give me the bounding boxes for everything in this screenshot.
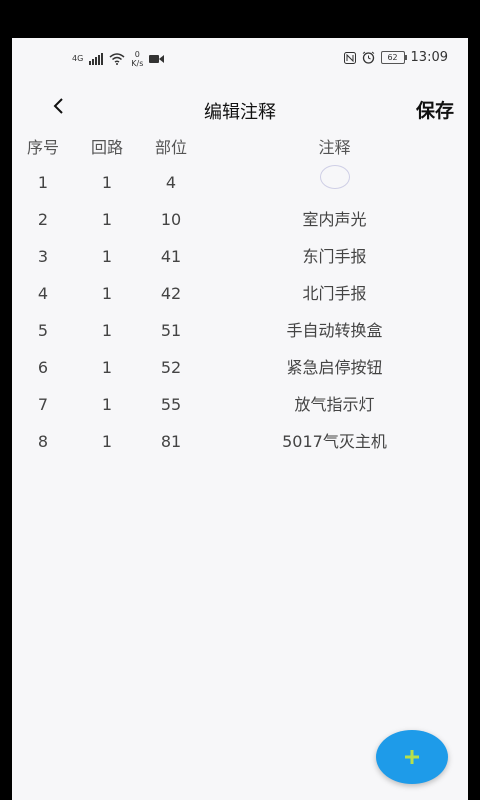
cell-part: 52	[160, 358, 182, 377]
cell-seq: 4	[37, 284, 49, 303]
cell-part: 42	[160, 284, 182, 303]
battery-level: 62	[387, 53, 398, 62]
cell-seq: 3	[37, 247, 49, 266]
cell-loop: 1	[101, 395, 113, 414]
cell-seq: 2	[37, 210, 49, 229]
status-bar: 4G 0 K/s 62 13:09	[12, 38, 468, 78]
cell-note[interactable]: 紧急启停按钮	[212, 349, 457, 386]
cell-seq: 7	[37, 395, 49, 414]
cell-note[interactable]	[212, 164, 457, 201]
status-left: 4G 0 K/s	[72, 50, 165, 68]
table-row[interactable]: 6 1 52 紧急启停按钮	[12, 348, 468, 385]
table-row[interactable]: 2 1 10 室内声光	[12, 200, 468, 237]
table-row[interactable]: 4 1 42 北门手报	[12, 274, 468, 311]
cell-loop: 1	[101, 432, 113, 451]
cell-part: 41	[160, 247, 182, 266]
cell-part: 4	[165, 173, 177, 192]
cell-loop: 1	[101, 358, 113, 377]
annotation-table: 序号 回路 部位 注释 1 1 4 2 1 10 室内声光 3 1 41 东门手…	[12, 133, 468, 459]
network-speed: 0 K/s	[131, 50, 143, 68]
table-row[interactable]: 8 1 81 5017气灭主机	[12, 422, 468, 459]
app-screen: 4G 0 K/s 62 13:09 编辑注释 保存 序号 回路 部位 注释 1 …	[12, 38, 468, 800]
nfc-icon	[343, 51, 356, 64]
cell-note[interactable]: 5017气灭主机	[212, 423, 457, 460]
cell-loop: 1	[101, 173, 113, 192]
column-header-seq: 序号	[26, 138, 59, 157]
table-row[interactable]: 5 1 51 手自动转换盒	[12, 311, 468, 348]
table-row[interactable]: 1 1 4	[12, 163, 468, 200]
cell-note[interactable]: 室内声光	[212, 201, 457, 238]
cell-loop: 1	[101, 247, 113, 266]
cell-seq: 8	[37, 432, 49, 451]
signal-icon	[89, 53, 104, 65]
plus-icon	[405, 750, 419, 764]
cell-loop: 1	[101, 210, 113, 229]
cell-seq: 6	[37, 358, 49, 377]
column-header-loop: 回路	[90, 138, 123, 157]
cell-note[interactable]: 北门手报	[212, 275, 457, 312]
table-row[interactable]: 7 1 55 放气指示灯	[12, 385, 468, 422]
speed-value: 0	[134, 50, 140, 59]
clock: 13:09	[410, 50, 448, 65]
cell-loop: 1	[101, 284, 113, 303]
table-header: 序号 回路 部位 注释	[12, 133, 468, 163]
alarm-icon	[362, 51, 374, 64]
nav-bar: 编辑注释 保存	[12, 90, 468, 130]
add-button[interactable]	[376, 730, 448, 784]
cell-part: 10	[160, 210, 182, 229]
speed-unit: K/s	[131, 59, 144, 68]
cell-part: 81	[160, 432, 182, 451]
column-header-part: 部位	[154, 138, 187, 157]
cell-note[interactable]: 放气指示灯	[212, 386, 457, 423]
column-header-note: 注释	[318, 138, 351, 157]
cell-note[interactable]: 手自动转换盒	[212, 312, 457, 349]
cell-seq: 5	[37, 321, 49, 340]
page-title: 编辑注释	[204, 102, 276, 123]
cell-note[interactable]: 东门手报	[212, 238, 457, 275]
status-right: 62 13:09	[343, 50, 448, 65]
note-input-empty[interactable]	[319, 164, 350, 189]
table-row[interactable]: 3 1 41 东门手报	[12, 237, 468, 274]
cell-loop: 1	[101, 321, 113, 340]
wifi-icon	[109, 53, 125, 65]
cell-part: 55	[160, 395, 182, 414]
cell-seq: 1	[37, 173, 49, 192]
save-button[interactable]: 保存	[416, 96, 454, 123]
battery-icon: 62	[380, 51, 407, 64]
network-type: 4G	[72, 54, 84, 63]
video-icon	[149, 55, 165, 63]
cell-part: 51	[160, 321, 182, 340]
